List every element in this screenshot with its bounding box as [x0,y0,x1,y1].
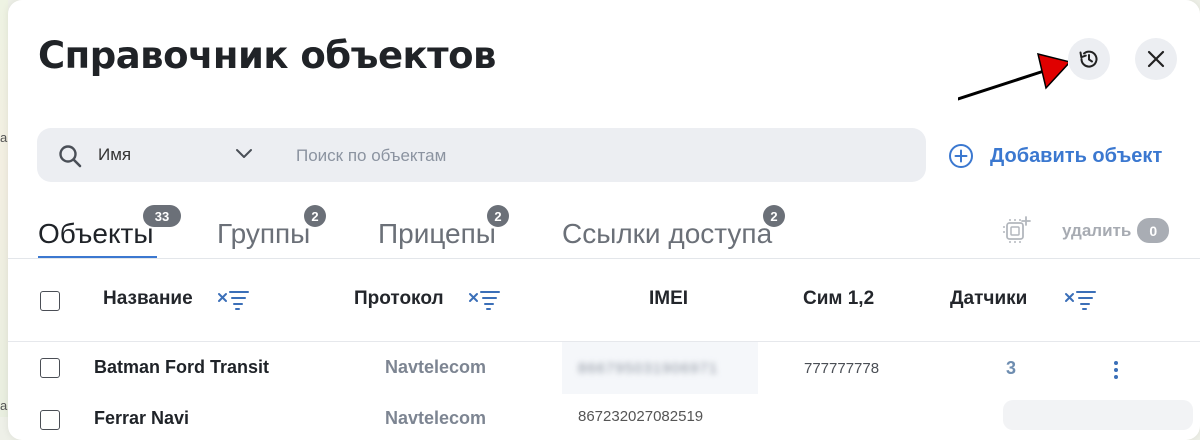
tab-count-badge: 33 [143,205,181,227]
column-header-name[interactable]: Название [103,288,193,310]
cell-sensors[interactable]: 3 [1006,358,1016,379]
search-bar: Имя [37,128,926,182]
copy-chip-icon[interactable] [1003,216,1031,244]
divider [8,258,1200,259]
map-label: a [0,398,8,413]
objects-dialog: Справочник объектов Имя Добавить [8,0,1200,440]
history-icon [1079,50,1098,68]
sort-filter-icon[interactable] [1064,289,1098,311]
tab-label: Группы [217,218,311,249]
tab-access-links[interactable]: Ссылки доступа [562,218,772,250]
column-header-imei[interactable]: IMEI [649,288,688,310]
cell-name[interactable]: Batman Ford Transit [94,357,269,378]
tab-count-badge: 2 [304,205,326,227]
history-button[interactable] [1068,38,1110,80]
select-all-checkbox[interactable] [40,291,60,311]
map-background [0,0,8,417]
tab-objects[interactable]: Объекты [38,218,153,250]
column-header-sensors[interactable]: Датчики [950,288,1027,310]
more-vertical-icon[interactable] [1112,360,1120,380]
annotation-arrow-icon [958,52,1068,101]
plus-circle-icon [949,144,973,168]
tab-label: Прицепы [378,218,496,249]
cell-protocol: Navtelecom [385,357,487,377]
tab-trailers[interactable]: Прицепы [378,218,496,250]
search-input[interactable] [294,140,898,172]
delete-button[interactable]: удалить 0 [1062,218,1170,243]
tab-label: Ссылки доступа [562,218,773,249]
chevron-down-icon[interactable] [235,148,253,160]
row-checkbox[interactable] [40,358,60,378]
page-title: Справочник объектов [38,34,496,77]
cell-sim: 777777778 [804,360,880,377]
cell-protocol: Navtelecom [385,408,487,428]
cell-imei: 866795031906971 [578,360,719,377]
tab-count-badge: 2 [763,205,785,227]
column-header-protocol[interactable]: Протокол [354,288,444,310]
search-field-select[interactable]: Имя [98,145,131,165]
add-object-button[interactable]: Добавить объект [948,143,1162,169]
tab-count-badge: 2 [487,205,509,227]
cell-name[interactable]: Ferrar Navi [94,408,189,429]
add-object-label: Добавить объект [990,144,1163,167]
row-checkbox[interactable] [40,410,60,430]
close-icon [1147,50,1165,68]
tab-label: Объекты [38,218,154,249]
tab-groups[interactable]: Группы [217,218,310,250]
row-action-area [1003,400,1193,430]
sort-filter-icon[interactable] [217,289,251,311]
column-header-sim[interactable]: Сим 1,2 [803,288,874,310]
delete-label: удалить [1062,220,1132,240]
close-button[interactable] [1135,38,1177,80]
selected-count-badge: 0 [1137,218,1170,243]
sort-filter-icon[interactable] [468,289,502,311]
map-label: a [0,130,8,145]
search-icon [59,145,82,168]
